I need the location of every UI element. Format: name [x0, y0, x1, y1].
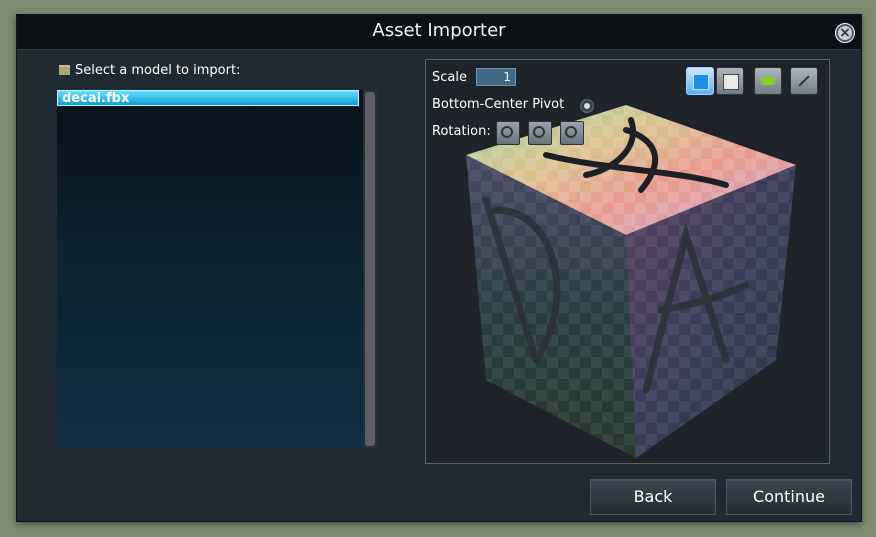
pivot-label: Bottom-Center Pivot: [432, 97, 565, 112]
textured-view-icon: [693, 74, 709, 90]
solid-view-icon: [723, 74, 739, 90]
size-view-button[interactable]: [790, 67, 818, 95]
list-scrollbar[interactable]: [363, 90, 377, 448]
textured-view-button[interactable]: [686, 67, 714, 95]
rotate-z-icon: [565, 126, 577, 138]
scrollbar-thumb[interactable]: [365, 92, 375, 446]
title-bar: Asset Importer ×: [17, 15, 861, 50]
rotate-z-button[interactable]: [560, 121, 584, 145]
rotation-label: Rotation:: [432, 124, 491, 139]
rotate-x-button[interactable]: [496, 121, 520, 145]
list-item[interactable]: decal.fbx: [57, 90, 359, 106]
close-button[interactable]: ×: [835, 23, 855, 43]
lod-view-icon: [761, 77, 775, 85]
scale-label: Scale: [432, 70, 467, 85]
model-preview-render: [466, 105, 796, 458]
rotate-y-icon: [533, 126, 545, 138]
lod-view-button[interactable]: [754, 67, 782, 95]
asset-importer-dialog: Asset Importer × Select a model to impor…: [16, 14, 862, 522]
dialog-title: Asset Importer: [372, 20, 506, 41]
size-view-icon: [798, 75, 810, 87]
bottom-center-pivot-radio[interactable]: [580, 99, 594, 113]
scale-input[interactable]: 1: [476, 68, 516, 86]
folder-icon: [59, 65, 70, 75]
rotate-y-button[interactable]: [528, 121, 552, 145]
rotate-x-icon: [501, 126, 513, 138]
model-list-label-text: Select a model to import:: [75, 63, 241, 78]
model-preview-panel[interactable]: Scale 1 Bottom-Center Pivot Rotation:: [425, 59, 830, 464]
model-list-label: Select a model to import:: [59, 63, 240, 78]
back-button[interactable]: Back: [590, 479, 716, 515]
solid-view-button[interactable]: [716, 67, 744, 95]
model-list[interactable]: decal.fbx: [57, 90, 377, 448]
continue-button[interactable]: Continue: [726, 479, 852, 515]
close-icon: ×: [839, 25, 851, 41]
